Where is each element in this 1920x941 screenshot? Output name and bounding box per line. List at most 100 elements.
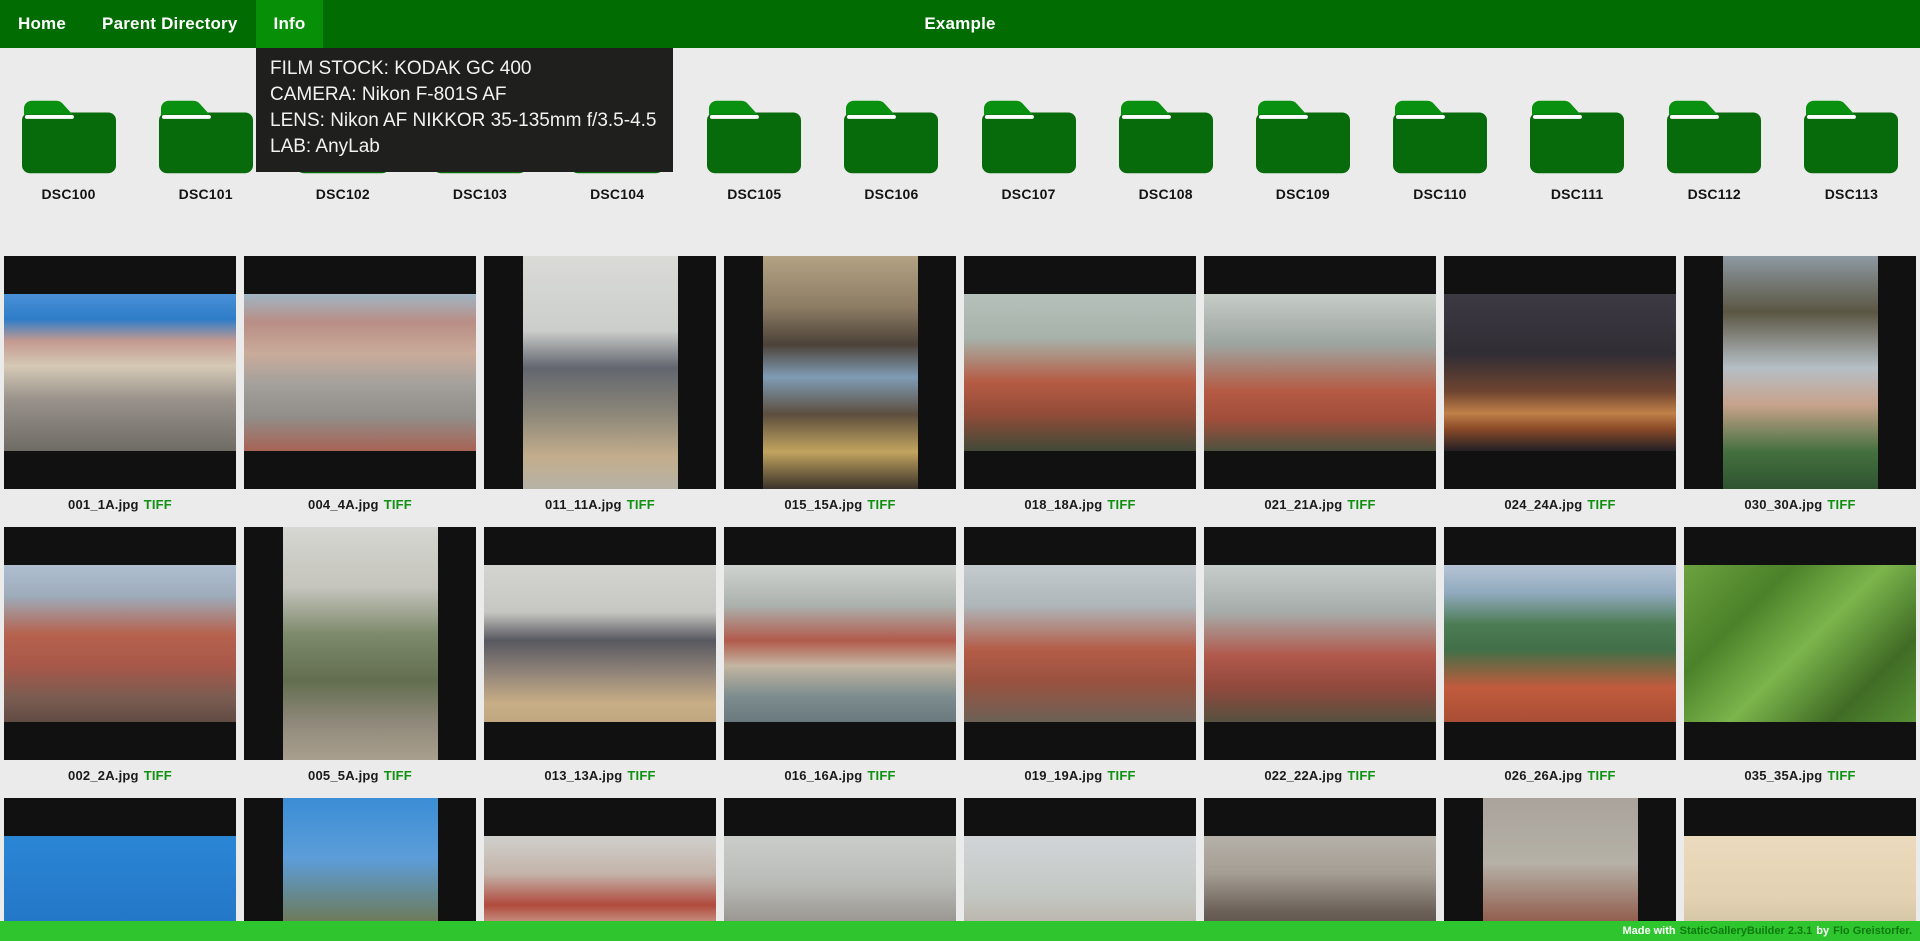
photo-image [523,256,678,489]
photo-thumbnail[interactable] [1204,256,1436,489]
photo-cell: 001_1A.jpg TIFF [0,256,240,527]
folder-item-dsc109[interactable]: DSC109 [1234,98,1371,202]
nav-menu: HomeParent DirectoryInfo [0,0,323,48]
folder-label: DSC101 [179,186,233,202]
tiff-link[interactable]: TIFF [1347,768,1375,783]
photo-caption: 019_19A.jpgTIFF [960,768,1200,784]
folder-item-dsc105[interactable]: DSC105 [686,98,823,202]
photo-thumbnail[interactable] [724,527,956,760]
photo-filename: 001_1A.jpg [68,497,139,512]
tiff-link[interactable]: TIFF [144,497,172,512]
photo-cell: 022_22A.jpg TIFF [1200,527,1440,798]
photo-thumbnail[interactable] [1444,798,1676,941]
folder-item-dsc106[interactable]: DSC106 [823,98,960,202]
photo-cell: 002_2A.jpgTIFF [0,527,240,798]
tiff-link[interactable]: TIFF [384,768,412,783]
author-link[interactable]: Flo Greistorfer. [1833,925,1912,937]
photo-image [1204,294,1436,451]
photo-thumbnail[interactable] [1444,527,1676,760]
photo-image [283,798,438,941]
photo-image [4,294,236,451]
info-line: LAB: AnyLab [270,134,657,160]
photo-cell [1200,798,1440,941]
photo-thumbnail[interactable] [4,798,236,941]
photo-thumbnail[interactable] [964,527,1196,760]
folder-item-dsc113[interactable]: DSC113 [1783,98,1920,202]
photo-cell: 026_26A.jpgTIFF [1440,527,1680,798]
photo-filename: 005_5A.jpg [308,768,379,783]
photo-caption: 018_18A.jpg TIFF [960,497,1200,513]
photo-cell: 024_24A.jpgTIFF [1440,256,1680,527]
tiff-link[interactable]: TIFF [627,768,655,783]
folder-item-dsc111[interactable]: DSC111 [1509,98,1646,202]
photo-thumbnail[interactable] [964,256,1196,489]
photo-cell [1680,798,1920,941]
nav-item-home[interactable]: Home [0,0,84,48]
photo-thumbnail[interactable] [244,798,476,941]
photo-caption: 035_35A.jpgTIFF [1680,768,1920,784]
photo-image [1723,256,1878,489]
tiff-link[interactable]: TIFF [1827,497,1855,512]
photo-thumbnail[interactable] [1444,256,1676,489]
gallery-title: Example [924,0,995,48]
photo-thumbnail[interactable] [244,527,476,760]
photo-image [1444,294,1676,451]
folder-item-dsc110[interactable]: DSC110 [1371,98,1508,202]
photo-cell [1440,798,1680,941]
folder-label: DSC110 [1413,186,1466,202]
folder-item-dsc101[interactable]: DSC101 [137,98,274,202]
folder-label: DSC111 [1551,186,1604,202]
photo-thumbnail[interactable] [724,798,956,941]
photo-thumbnail[interactable] [964,798,1196,941]
tiff-link[interactable]: TIFF [1107,497,1135,512]
folder-icon [1530,98,1624,174]
folder-item-dsc100[interactable]: DSC100 [0,98,137,202]
tiff-link[interactable]: TIFF [867,768,895,783]
navbar: HomeParent DirectoryInfo Example [0,0,1920,48]
folder-icon [22,98,116,174]
photo-thumbnail[interactable] [484,798,716,941]
photo-filename: 018_18A.jpg [1024,497,1102,512]
photo-row: 001_1A.jpgTIFF004_4A.jpgTIFF011_11A.jpgT… [0,256,1920,527]
folder-item-dsc112[interactable]: DSC112 [1646,98,1783,202]
photo-thumbnail[interactable] [724,256,956,489]
tiff-link[interactable]: TIFF [1587,768,1615,783]
tiff-link[interactable]: TIFF [627,497,655,512]
info-tooltip: FILM STOCK: KODAK GC 400CAMERA: Nikon F-… [256,48,673,172]
photo-cell: 015_15A.jpgTIFF [720,256,960,527]
photo-thumbnail[interactable] [244,256,476,489]
photo-row: 002_2A.jpgTIFF005_5A.jpgTIFF013_13A.jpgT… [0,527,1920,798]
photo-thumbnail[interactable] [1204,798,1436,941]
photo-thumbnail[interactable] [1684,798,1916,941]
photo-thumbnail[interactable] [4,527,236,760]
tiff-link[interactable]: TIFF [867,497,895,512]
photo-filename: 022_22A.jpg [1264,768,1342,783]
nav-item-info[interactable]: Info [256,0,324,48]
tiff-link[interactable]: TIFF [1827,768,1855,783]
folder-item-dsc108[interactable]: DSC108 [1097,98,1234,202]
photo-thumbnail[interactable] [484,527,716,760]
info-line: FILM STOCK: KODAK GC 400 [270,56,657,82]
folder-label: DSC102 [316,186,370,202]
photo-caption: 030_30A.jpg TIFF [1680,497,1920,513]
photo-thumbnail[interactable] [1204,527,1436,760]
photo-thumbnail[interactable] [4,256,236,489]
folder-label: DSC106 [864,186,918,202]
tiff-link[interactable]: TIFF [1107,768,1135,783]
photo-filename: 030_30A.jpg [1744,497,1822,512]
tiff-link[interactable]: TIFF [1347,497,1375,512]
tiff-link[interactable]: TIFF [1587,497,1615,512]
info-line: LENS: Nikon AF NIKKOR 35-135mm f/3.5-4.5 [270,108,657,134]
photo-thumbnail[interactable] [1684,256,1916,489]
folder-icon [707,98,801,174]
folder-icon [1804,98,1898,174]
tiff-link[interactable]: TIFF [144,768,172,783]
photo-thumbnail[interactable] [1684,527,1916,760]
footer-made-with: Made with [1622,925,1675,937]
tiff-link[interactable]: TIFF [384,497,412,512]
nav-item-parent-directory[interactable]: Parent Directory [84,0,255,48]
builder-link[interactable]: StaticGalleryBuilder 2.3.1 [1680,925,1813,937]
photo-cell [720,798,960,941]
folder-item-dsc107[interactable]: DSC107 [960,98,1097,202]
photo-thumbnail[interactable] [484,256,716,489]
